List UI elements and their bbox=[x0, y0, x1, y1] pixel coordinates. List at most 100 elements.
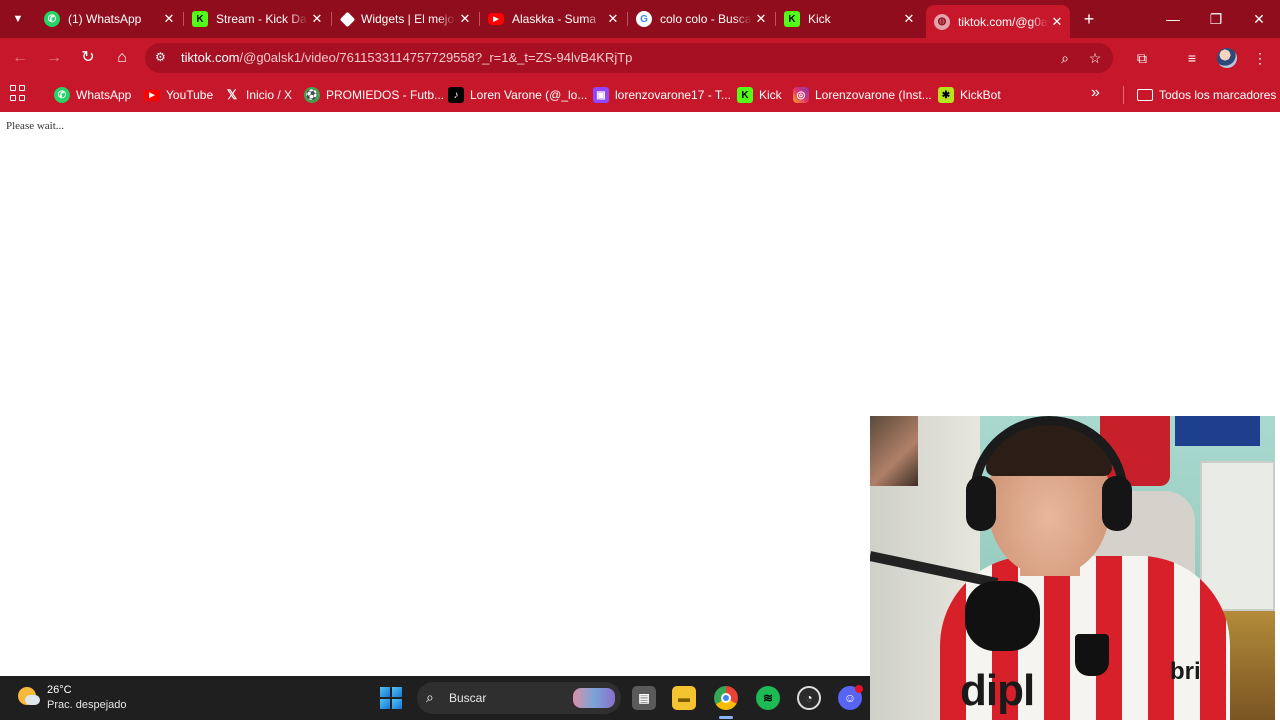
windows-taskbar: 26°C Prac. despejado ⌕ Buscar ▤ ▬ ≋ ◔ ☺ bbox=[0, 676, 870, 720]
close-icon[interactable]: ✕ bbox=[456, 11, 474, 27]
tab-kick[interactable]: K Kick ✕ bbox=[776, 4, 922, 34]
bookmark-label: Kick bbox=[759, 88, 782, 102]
webcam-shirt-sponsor: dipl bbox=[960, 666, 1035, 715]
tab-widgets[interactable]: Widgets | El mejor ✕ bbox=[332, 4, 478, 34]
bookmark-label: Lorenzovarone (Inst... bbox=[815, 88, 932, 102]
kickbot-icon: ✱ bbox=[938, 87, 954, 103]
url-host: tiktok.com bbox=[181, 50, 240, 65]
webcam-door bbox=[1200, 461, 1275, 611]
bookmarks-bar: ✆ WhatsApp ▶ YouTube 𝕏 Inicio / X ⚽ PROM… bbox=[0, 78, 1280, 112]
youtube-icon: ▶ bbox=[144, 89, 160, 101]
webcam-overlay: dipl bri bbox=[870, 416, 1275, 720]
close-icon[interactable]: ✕ bbox=[308, 11, 326, 27]
tab-title: Stream - Kick Dashboard bbox=[216, 12, 308, 26]
minimize-icon[interactable]: — bbox=[1161, 8, 1185, 30]
promiedos-icon: ⚽ bbox=[304, 87, 320, 103]
webcam-shirt-sponsor-2: bri bbox=[1170, 658, 1201, 685]
webcam-blue-jersey bbox=[1175, 416, 1260, 446]
tab-whatsapp[interactable]: ✆ (1) WhatsApp ✕ bbox=[36, 4, 182, 34]
site-info-icon[interactable]: ⚙ bbox=[155, 50, 171, 66]
tab-search-chevron-icon[interactable]: ▼ bbox=[7, 8, 29, 30]
twitch-icon: ▣ bbox=[593, 87, 609, 103]
bookmark-x[interactable]: 𝕏 Inicio / X bbox=[224, 85, 292, 105]
whatsapp-icon: ✆ bbox=[54, 87, 70, 103]
bookmark-kickbot[interactable]: ✱ KickBot bbox=[938, 85, 1001, 105]
bookmark-label: Loren Varone (@_lo... bbox=[470, 88, 588, 102]
webcam-microphone bbox=[965, 581, 1040, 651]
windows-start-icon[interactable] bbox=[380, 687, 402, 709]
folder-icon[interactable]: ▬ bbox=[672, 686, 696, 710]
loading-message: Please wait... bbox=[6, 120, 65, 132]
bookmark-all-folder[interactable]: Todos los marcadores bbox=[1137, 85, 1276, 105]
tab-title: Kick bbox=[808, 12, 831, 26]
back-arrow-icon[interactable]: ← bbox=[8, 46, 32, 70]
tab-google-search[interactable]: G colo colo - Buscar ✕ bbox=[628, 4, 774, 34]
zoom-search-icon[interactable]: ⌕ bbox=[1056, 49, 1074, 67]
url-path: /@g0alsk1/video/7611533114757729558?_r=1… bbox=[239, 50, 633, 65]
forward-arrow-icon[interactable]: → bbox=[42, 46, 66, 70]
media-control-icon[interactable]: ≡ bbox=[1182, 48, 1202, 68]
tab-title: Widgets | El mejor bbox=[361, 12, 456, 26]
webcam-headset-earcup bbox=[966, 476, 996, 531]
bookmark-tiktok[interactable]: ♪ Loren Varone (@_lo... bbox=[448, 85, 587, 105]
webcam-poster bbox=[870, 416, 918, 486]
close-icon[interactable]: ✕ bbox=[900, 11, 918, 27]
tab-kick-dashboard[interactable]: K Stream - Kick Dashboard ✕ bbox=[184, 4, 330, 34]
url-text[interactable]: tiktok.com/@g0alsk1/video/76115331147577… bbox=[181, 50, 632, 65]
bookmark-label: Inicio / X bbox=[246, 88, 293, 102]
kick-icon: K bbox=[737, 87, 753, 103]
bookmarks-separator bbox=[1123, 86, 1124, 104]
weather-condition[interactable]: Prac. despejado bbox=[47, 699, 127, 711]
window-close-icon[interactable]: ✕ bbox=[1247, 8, 1271, 30]
bookmark-youtube[interactable]: ▶ YouTube bbox=[144, 85, 213, 105]
bookmark-label: PROMIEDOS - Futb... bbox=[326, 88, 445, 102]
bookmark-twitch[interactable]: ▣ lorenzovarone17 - T... bbox=[593, 85, 731, 105]
bookmarks-overflow-chevron-icon[interactable]: » bbox=[1091, 84, 1100, 102]
bookmark-star-icon[interactable]: ☆ bbox=[1086, 49, 1104, 67]
restore-icon[interactable]: ❐ bbox=[1204, 8, 1228, 30]
address-bar[interactable]: ⚙ tiktok.com/@g0alsk1/video/761153311475… bbox=[145, 43, 1113, 73]
bookmark-label: YouTube bbox=[166, 88, 214, 102]
tab-title: Alaskka - Suma bbox=[512, 12, 597, 26]
menu-kebab-icon[interactable]: ⋮ bbox=[1250, 48, 1270, 68]
close-icon[interactable]: ✕ bbox=[604, 11, 622, 27]
bookmark-folder-label: Todos los marcadores bbox=[1159, 88, 1277, 102]
bookmark-whatsapp[interactable]: ✆ WhatsApp bbox=[54, 85, 131, 105]
kick-icon: K bbox=[192, 11, 208, 27]
x-icon: 𝕏 bbox=[226, 87, 238, 102]
obs-icon[interactable]: ◔ bbox=[797, 686, 821, 710]
extensions-puzzle-icon[interactable]: ⧉ bbox=[1132, 48, 1152, 68]
browser-toolbar: ← → ↻ ⌂ ⚙ tiktok.com/@g0alsk1/video/7611… bbox=[0, 38, 1280, 78]
kick-icon: K bbox=[784, 11, 800, 27]
widget-icon bbox=[339, 11, 356, 27]
close-icon[interactable]: ✕ bbox=[160, 11, 178, 27]
tab-title: (1) WhatsApp bbox=[68, 12, 142, 26]
reload-icon[interactable]: ↻ bbox=[76, 46, 100, 70]
close-icon[interactable]: ✕ bbox=[752, 11, 770, 27]
notification-badge bbox=[855, 685, 863, 693]
close-icon[interactable]: ✕ bbox=[1048, 14, 1066, 30]
tab-tiktok-active[interactable]: ◍ tiktok.com/@g0alsk1 ✕ bbox=[926, 5, 1070, 38]
tab-youtube[interactable]: ▶ Alaskka - Suma ✕ bbox=[480, 4, 626, 34]
weather-partly-cloudy-icon[interactable] bbox=[16, 685, 40, 709]
taskbar-search-box[interactable]: ⌕ Buscar bbox=[417, 682, 621, 714]
tab-strip: ▼ ✆ (1) WhatsApp ✕ K Stream - Kick Dashb… bbox=[0, 0, 1280, 38]
new-tab-plus-icon[interactable]: + bbox=[1079, 9, 1099, 29]
globe-icon: ◍ bbox=[934, 13, 950, 30]
profile-avatar[interactable] bbox=[1217, 48, 1237, 68]
apps-grid-icon[interactable] bbox=[10, 85, 26, 101]
file-explorer-icon[interactable]: ▤ bbox=[632, 686, 656, 710]
instagram-icon: ◎ bbox=[793, 87, 809, 103]
home-icon[interactable]: ⌂ bbox=[110, 46, 134, 70]
bookmark-kick[interactable]: K Kick bbox=[737, 85, 782, 105]
webcam-club-badge bbox=[1075, 634, 1109, 676]
weather-temperature[interactable]: 26°C bbox=[47, 684, 72, 696]
bookmark-promiedos[interactable]: ⚽ PROMIEDOS - Futb... bbox=[304, 85, 444, 105]
search-highlight-image bbox=[573, 688, 615, 708]
chrome-icon[interactable] bbox=[714, 686, 738, 710]
youtube-icon: ▶ bbox=[488, 13, 504, 25]
bookmark-instagram[interactable]: ◎ Lorenzovarone (Inst... bbox=[793, 85, 932, 105]
spotify-icon[interactable]: ≋ bbox=[756, 686, 780, 710]
taskbar-search-placeholder: Buscar bbox=[449, 691, 487, 705]
whatsapp-icon: ✆ bbox=[44, 11, 60, 27]
